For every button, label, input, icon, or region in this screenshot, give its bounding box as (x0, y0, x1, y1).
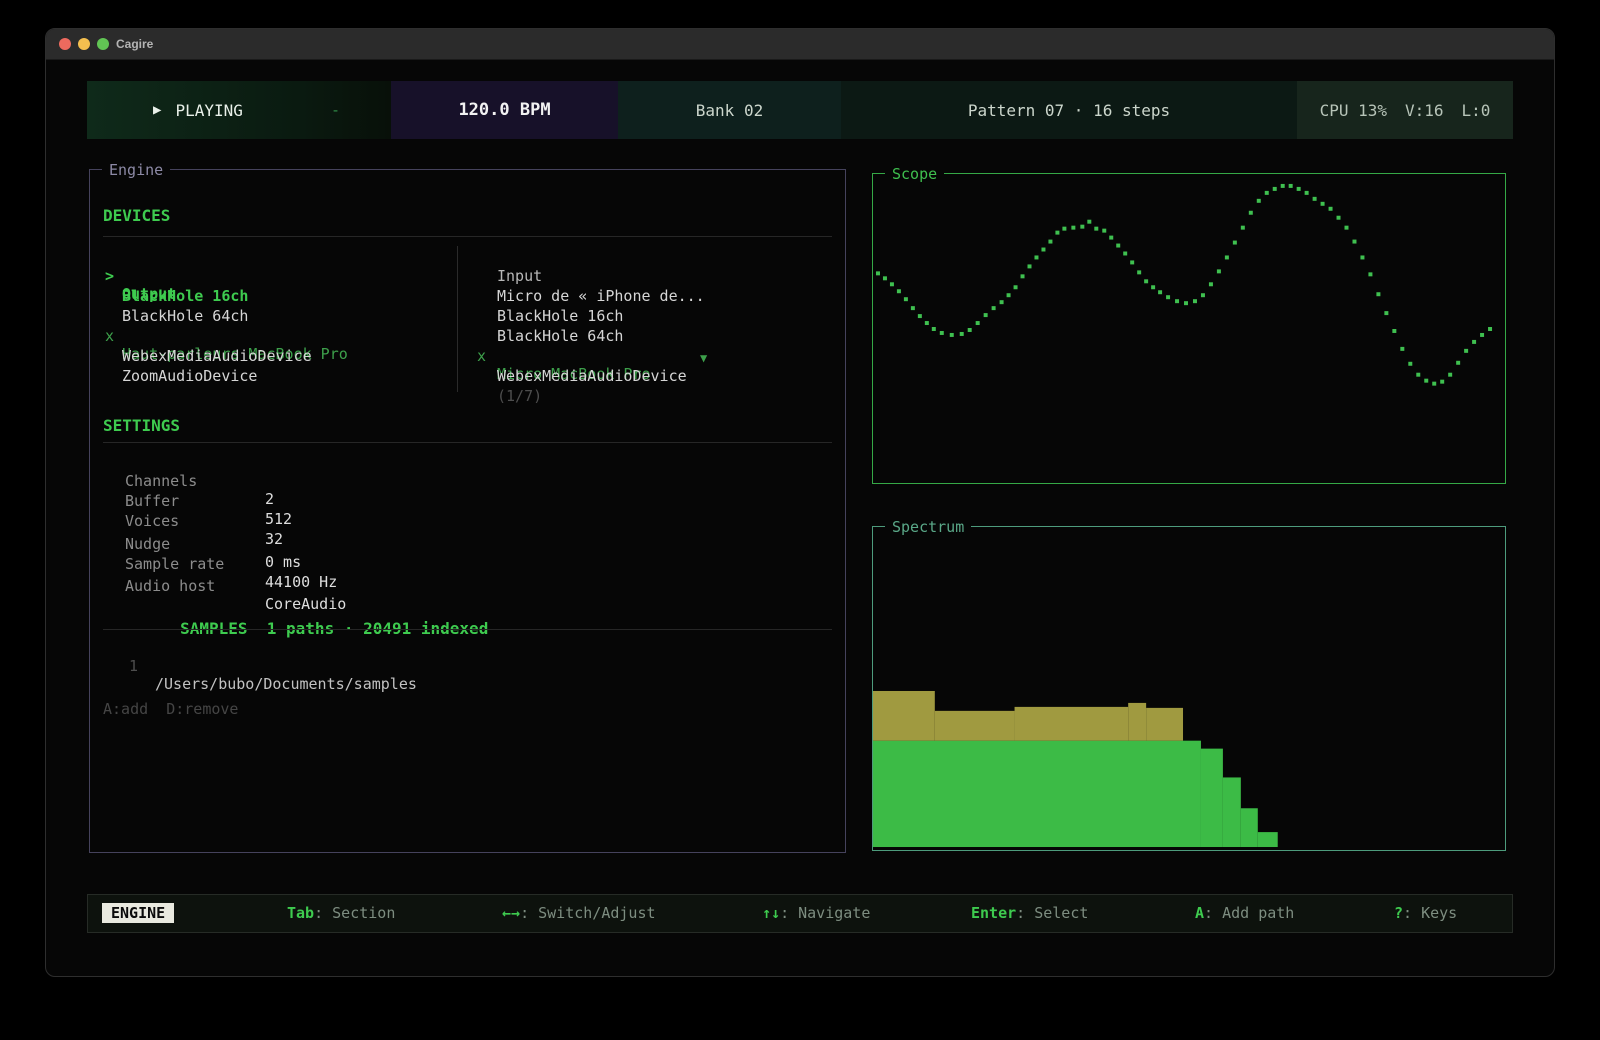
bank-display: Bank 02 (618, 81, 841, 139)
left-right-arrows-icon: ←→ (502, 904, 520, 922)
pattern-display: Pattern 07 · 16 steps (841, 81, 1297, 139)
close-window-icon[interactable] (59, 38, 71, 50)
engine-panel-title: Engine (102, 160, 170, 180)
setting-row-nudge[interactable]: Nudge 0 ms (90, 517, 162, 537)
setting-row-samplerate[interactable]: Sample rate 44100 Hz (90, 537, 162, 557)
spectrum-bars (873, 527, 1505, 850)
settings-heading: SETTINGS (103, 416, 180, 435)
hint-select: Enter: Select (971, 904, 1088, 922)
hint-keys: ?: Keys (1394, 904, 1457, 922)
scope-waveform (873, 174, 1505, 483)
more-below-icon: ▼ (700, 351, 707, 365)
device-item[interactable]: x Micro MacBook Pro (90, 329, 162, 349)
bpm-display: 120.0 BPM (391, 81, 618, 139)
transport-dash: - (331, 81, 340, 139)
hint-section: Tab: Section (287, 904, 395, 922)
samples-key-hint: A:add D:remove (103, 700, 238, 720)
setting-row-voices[interactable]: Voices 32 (90, 494, 162, 514)
divider (103, 236, 832, 237)
latency-stat: L:0 (1462, 101, 1491, 120)
device-item[interactable]: Micro de « iPhone de... (90, 269, 162, 289)
transport-status: ▶ PLAYING (87, 81, 391, 139)
status-bar: ▶ PLAYING 120.0 BPM Bank 02 Pattern 07 ·… (87, 81, 1513, 139)
device-item[interactable]: WebexMediaAudioDevice ▼ (90, 349, 162, 369)
device-list-counter: (1/7) (90, 369, 162, 389)
mode-badge: ENGINE (102, 903, 174, 923)
setting-row-buffer[interactable]: Buffer 512 (90, 474, 162, 494)
zoom-window-icon[interactable] (97, 38, 109, 50)
window-title: Cagire (116, 37, 153, 51)
play-icon: ▶ (153, 102, 161, 118)
key-hint-bar: ENGINE Tab: Section ←→: Switch/Adjust ↑↓… (87, 894, 1513, 933)
cpu-stat: CPU 13% (1320, 101, 1387, 120)
setting-row-audiohost[interactable]: Audio host CoreAudio (90, 559, 162, 579)
device-item[interactable]: BlackHole 16ch (90, 289, 162, 309)
column-divider (457, 246, 458, 392)
devices-heading: DEVICES (103, 206, 170, 225)
divider (103, 442, 832, 443)
sample-path-row[interactable]: 1 /Users/bubo/Documents/samples (90, 639, 162, 659)
up-down-arrows-icon: ↑↓ (762, 904, 780, 922)
divider (103, 629, 832, 630)
scope-panel: Scope (872, 173, 1506, 484)
app-window: Cagire ▶ PLAYING 120.0 BPM Bank 02 Patte… (45, 28, 1555, 977)
spectrum-panel: Spectrum (872, 526, 1506, 851)
device-item[interactable]: BlackHole 64ch (90, 309, 162, 329)
path-index: 1 (129, 657, 138, 675)
hint-add-path: A: Add path (1195, 904, 1294, 922)
path-value: /Users/bubo/Documents/samples (155, 675, 417, 693)
hint-navigate: ↑↓: Navigate (762, 904, 870, 922)
setting-row-channels[interactable]: Channels 2 (90, 454, 162, 474)
system-stats: CPU 13% V:16 L:0 (1297, 81, 1513, 139)
minimize-window-icon[interactable] (78, 38, 90, 50)
active-mark-icon: x (477, 347, 486, 365)
voices-stat: V:16 (1405, 101, 1444, 120)
engine-panel: Engine DEVICES > Output BlackHole 16ch B… (89, 169, 846, 853)
hint-switch-adjust: ←→: Switch/Adjust (502, 904, 656, 922)
transport-label: PLAYING (175, 101, 242, 120)
desktop: Cagire ▶ PLAYING 120.0 BPM Bank 02 Patte… (0, 0, 1600, 1040)
window-titlebar[interactable]: Cagire (46, 29, 1554, 60)
device-item-input-header[interactable]: Input (90, 249, 162, 269)
